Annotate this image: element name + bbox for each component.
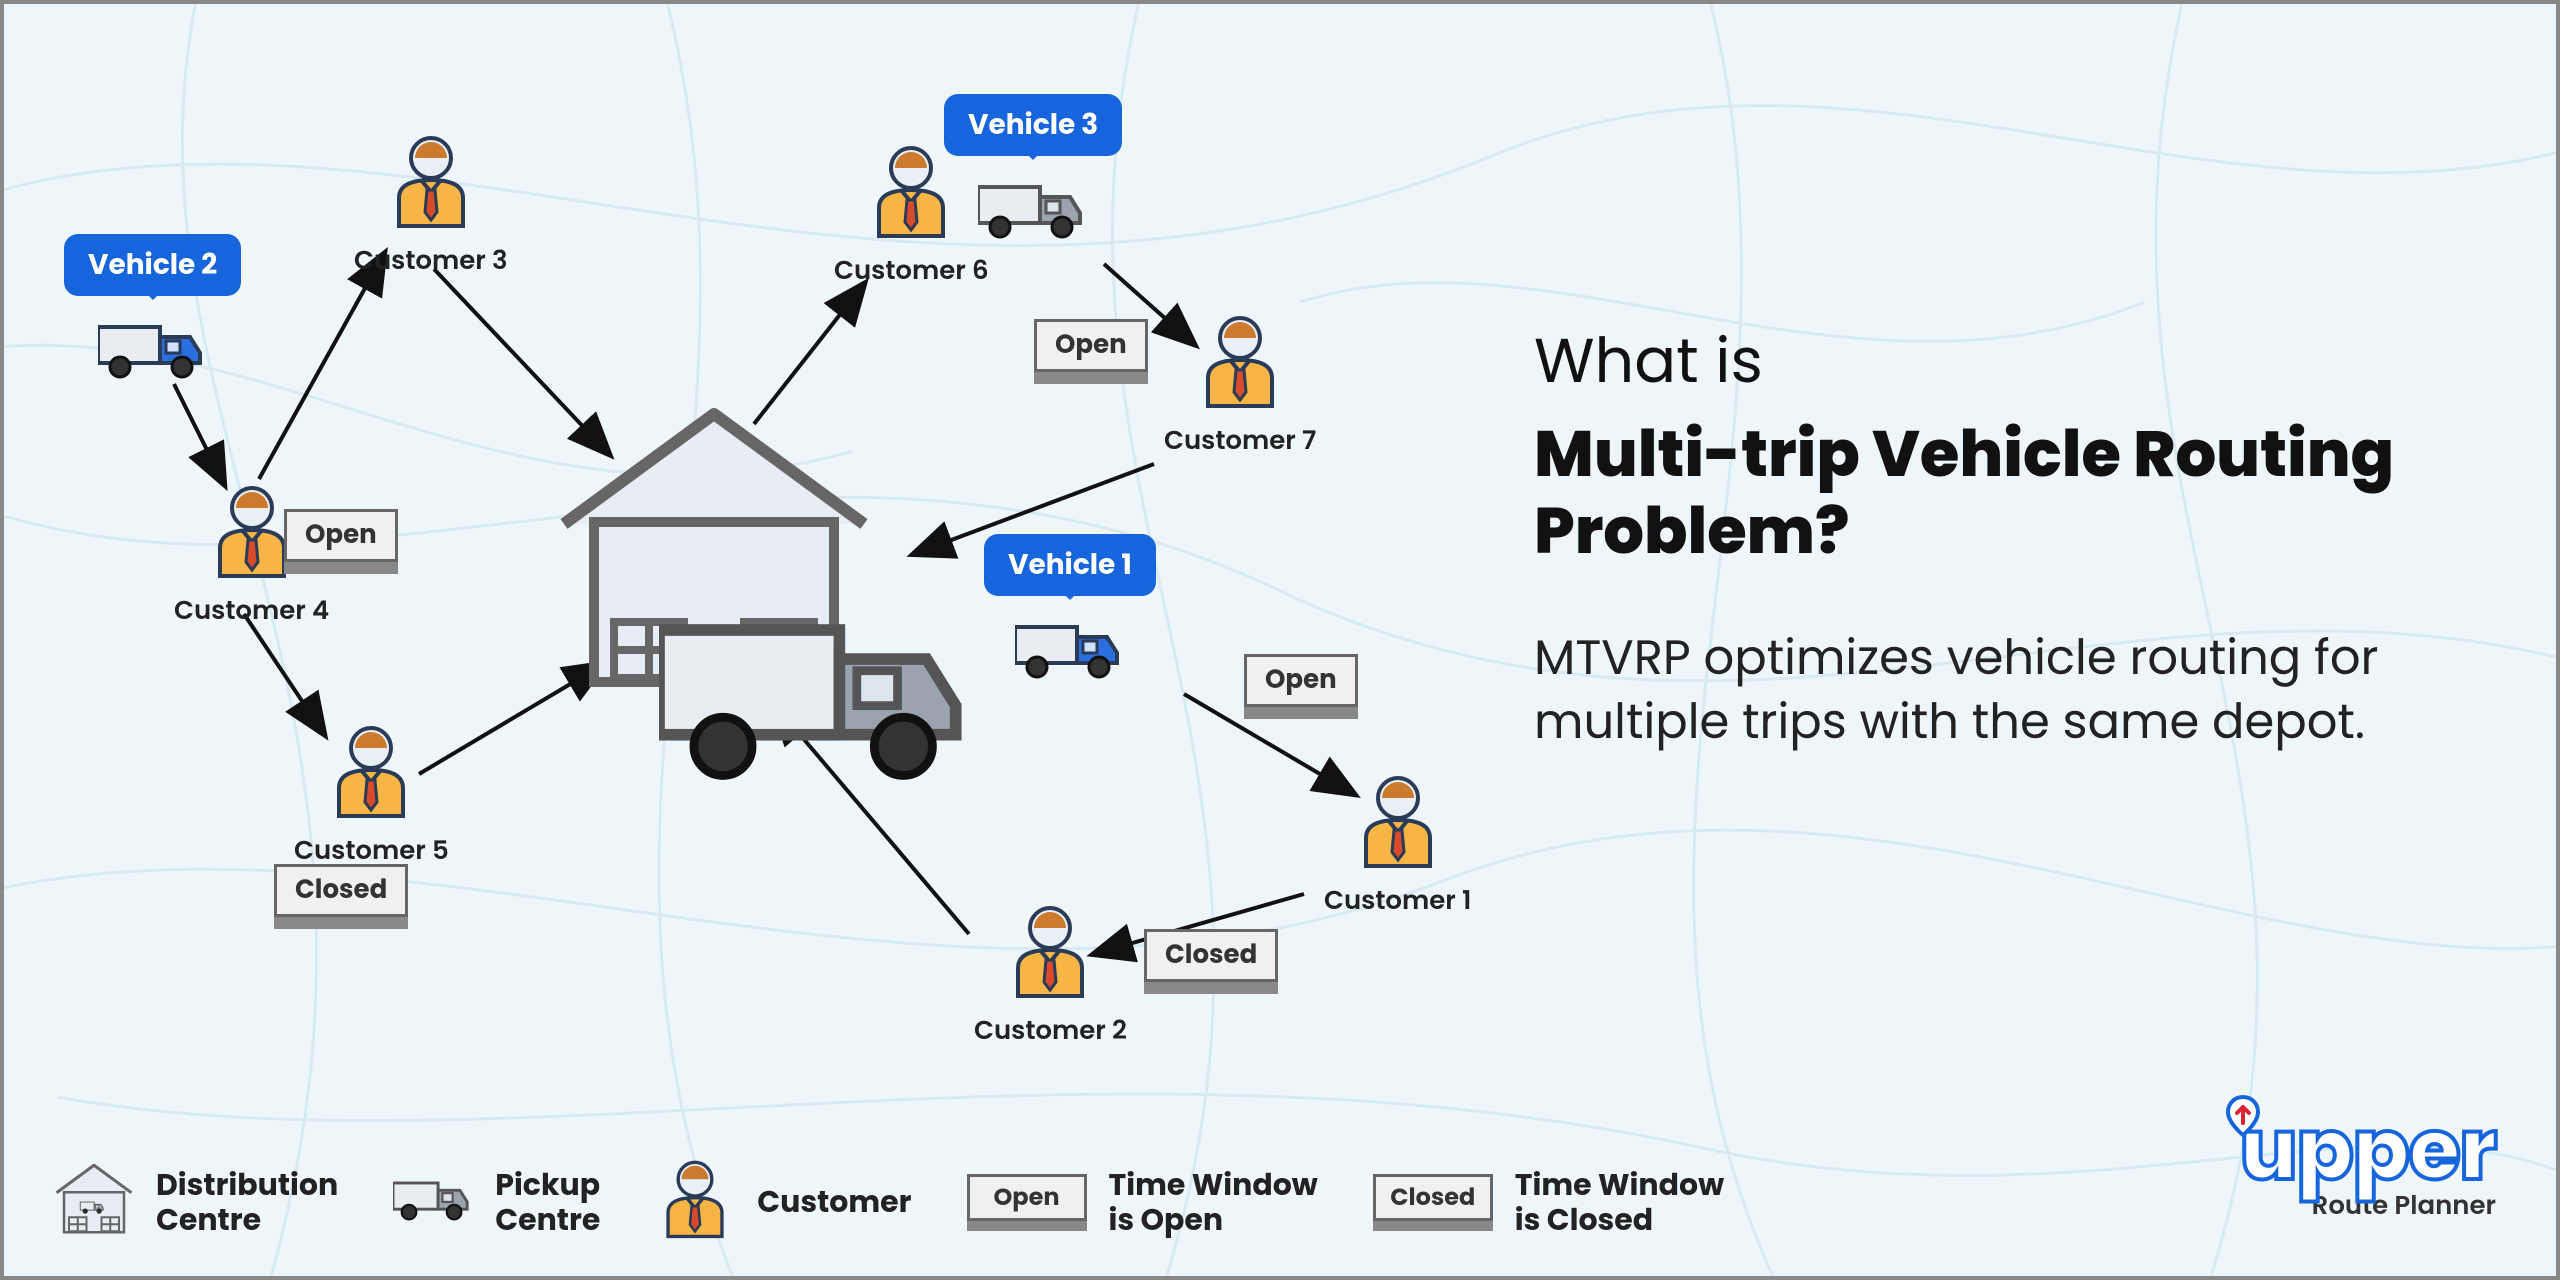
brand-logo: upper Route Planner bbox=[2240, 1109, 2496, 1226]
customer-icon bbox=[212, 484, 292, 586]
distribution-centre bbox=[554, 404, 874, 701]
open-label: Open bbox=[284, 509, 398, 562]
closed-label: Closed bbox=[274, 864, 408, 917]
legend: DistributionCentre PickupCentre Customer… bbox=[54, 1159, 1754, 1246]
infographic-frame: What is Multi-trip Vehicle Routing Probl… bbox=[0, 0, 2560, 1280]
heading-bold: Multi-trip Vehicle Routing Problem? bbox=[1534, 417, 2414, 571]
customer-1-label: Customer 1 bbox=[1324, 882, 1471, 921]
depot-icon bbox=[54, 1159, 134, 1246]
open-tag-c1: Open bbox=[1244, 654, 1358, 719]
customer-icon bbox=[1010, 904, 1090, 1006]
logo-word: upper bbox=[2240, 1109, 2496, 1193]
customer-6-label: Customer 6 bbox=[834, 252, 989, 291]
legend-closed-label: Time Windowis Closed bbox=[1515, 1168, 1724, 1237]
vehicle-2-label: Vehicle 2 bbox=[64, 234, 241, 296]
customer-6: Customer 6 bbox=[834, 144, 989, 291]
customer-icon bbox=[1358, 774, 1438, 876]
open-label: Open bbox=[1034, 319, 1148, 372]
customer-4-label: Customer 4 bbox=[174, 592, 329, 631]
closed-label: Closed bbox=[1144, 929, 1278, 982]
customer-icon bbox=[655, 1159, 735, 1246]
customer-3-label: Customer 3 bbox=[354, 242, 508, 281]
customer-2-label: Customer 2 bbox=[974, 1012, 1127, 1051]
truck-icon bbox=[1015, 614, 1125, 691]
closed-tag-c5: Closed bbox=[274, 864, 408, 929]
legend-pickup-label: PickupCentre bbox=[495, 1168, 600, 1237]
open-label: Open bbox=[1244, 654, 1358, 707]
customer-3: Customer 3 bbox=[354, 134, 508, 281]
legend-distribution: DistributionCentre bbox=[54, 1159, 338, 1246]
legend-customer: Customer bbox=[655, 1159, 911, 1246]
vehicle-2: Vehicle 2 bbox=[64, 234, 241, 391]
description: MTVRP optimizes vehicle routing for mult… bbox=[1534, 626, 2414, 756]
logo-pin-icon bbox=[2226, 1095, 2260, 1137]
legend-distribution-label: DistributionCentre bbox=[156, 1168, 338, 1237]
customer-icon bbox=[1200, 314, 1280, 416]
heading-lead: What is bbox=[1534, 314, 2414, 407]
truck-icon bbox=[978, 174, 1088, 251]
vehicle-1-label: Vehicle 1 bbox=[984, 534, 1156, 596]
closed-tag-icon: Closed bbox=[1373, 1174, 1493, 1231]
routing-diagram: Vehicle 2 Vehicle 3 Vehicle 1 Customer 3… bbox=[34, 54, 1514, 1104]
truck-icon bbox=[393, 1159, 473, 1246]
customer-icon bbox=[331, 724, 411, 826]
legend-closed: Closed Time Windowis Closed bbox=[1373, 1168, 1724, 1237]
vehicle-1: Vehicle 1 bbox=[984, 534, 1156, 691]
legend-open-label: Time Windowis Open bbox=[1109, 1168, 1318, 1237]
customer-7: Customer 7 bbox=[1164, 314, 1316, 461]
customer-5: Customer 5 bbox=[294, 724, 449, 871]
customer-7-label: Customer 7 bbox=[1164, 422, 1316, 461]
legend-customer-label: Customer bbox=[757, 1185, 911, 1220]
customer-1: Customer 1 bbox=[1324, 774, 1471, 921]
legend-pickup: PickupCentre bbox=[393, 1159, 600, 1246]
closed-tag-c2: Closed bbox=[1144, 929, 1278, 994]
open-tag-c7: Open bbox=[1034, 319, 1148, 384]
customer-2: Customer 2 bbox=[974, 904, 1127, 1051]
customer-icon bbox=[871, 144, 951, 246]
legend-open: Open Time Windowis Open bbox=[967, 1168, 1318, 1237]
open-tag-c4: Open bbox=[284, 509, 398, 574]
heading-block: What is Multi-trip Vehicle Routing Probl… bbox=[1534, 314, 2414, 755]
customer-icon bbox=[391, 134, 471, 236]
truck-icon bbox=[98, 314, 208, 391]
open-tag-icon: Open bbox=[967, 1174, 1087, 1231]
